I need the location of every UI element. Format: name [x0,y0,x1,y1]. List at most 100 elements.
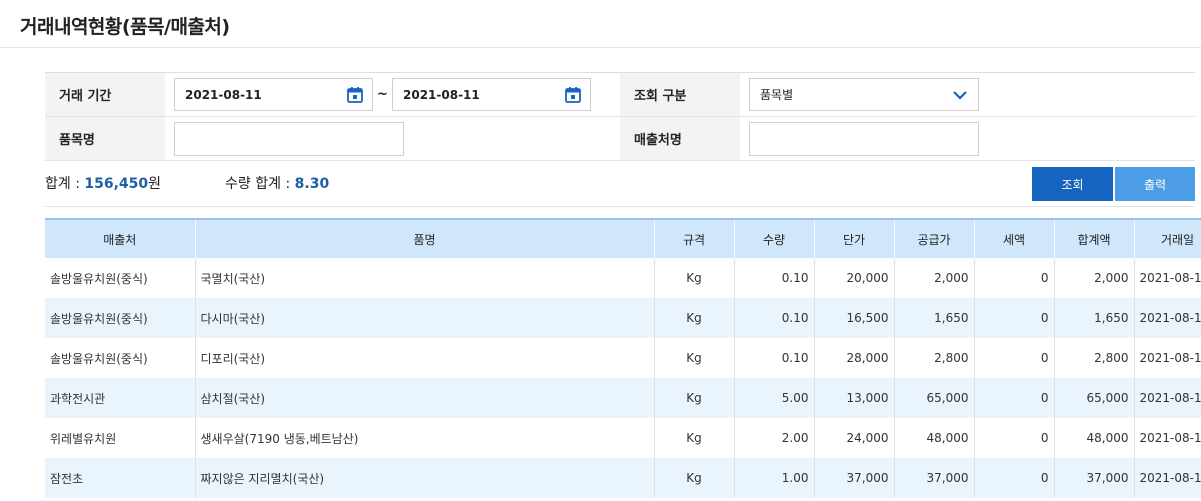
view-type-select[interactable]: 품목별 [749,78,979,111]
cell-item: 짜지않은 지리멸치(국산) [195,458,655,498]
cell-customer: 잠전초 [45,458,196,498]
filter-row-period: 거래 기간 2021-08-11 ~ 2021-08-11 조회 구분 품목별 [45,73,1195,117]
calendar-icon[interactable] [564,86,582,104]
table-row[interactable]: 솔방울유치원(중식) 국멸치(국산) Kg 0.10 20,000 2,000 0 2,000… [45,258,1201,298]
cell-unit-price: 24,000 [814,418,895,458]
col-header-tax[interactable]: 세액 [974,218,1055,258]
cell-item: 생새우살(7190 냉동,베트남산) [195,418,655,458]
col-header-date[interactable]: 거래일 [1134,218,1201,258]
col-header-unit-price[interactable]: 단가 [814,218,895,258]
quantity-total: 수량 합계 : 8.30 [225,173,329,193]
table-row[interactable]: 과학전시관 삼치절(국산) Kg 5.00 13,000 65,000 0 65,000 202… [45,378,1201,418]
period-label: 거래 기간 [45,73,165,116]
cell-date: 2021-08-11 [1134,378,1201,418]
cell-spec: Kg [654,298,735,338]
cell-total: 2,800 [1054,338,1135,378]
search-button[interactable]: 조회 [1032,167,1113,201]
total-value: 156,450 [84,176,149,192]
transactions-table: 매출처 품명 규격 수량 단가 공급가 세액 합계액 거래일 솔방울유치원(중식… [45,218,1201,498]
cell-tax: 0 [974,378,1055,418]
cell-item: 디포리(국산) [195,338,655,378]
view-type-value: 품목별 [760,88,794,102]
cell-supply-price: 2,800 [894,338,975,378]
cell-date: 2021-08-11 [1134,418,1201,458]
cell-item: 삼치절(국산) [195,378,655,418]
cell-total: 1,650 [1054,298,1135,338]
cell-date: 2021-08-11 [1134,338,1201,378]
cell-tax: 0 [974,458,1055,498]
total-unit: 원 [148,176,162,192]
cell-quantity: 0.10 [734,338,815,378]
cell-tax: 0 [974,298,1055,338]
cell-quantity: 5.00 [734,378,815,418]
col-header-item[interactable]: 품명 [195,218,655,258]
cell-spec: Kg [654,378,735,418]
cell-unit-price: 13,000 [814,378,895,418]
cell-tax: 0 [974,418,1055,458]
cell-customer: 위레별유치원 [45,418,196,458]
filter-row-item: 품목명 매출처명 [45,117,1195,161]
view-type-cell: 품목별 [740,73,1195,116]
date-range-separator: ~ [377,87,388,102]
cell-spec: Kg [654,418,735,458]
search-filter-panel: 거래 기간 2021-08-11 ~ 2021-08-11 조회 구분 품목별 … [45,72,1195,161]
date-from-value: 2021-08-11 [185,87,262,102]
col-header-total[interactable]: 합계액 [1054,218,1135,258]
view-type-label: 조회 구분 [620,73,740,116]
cell-total: 37,000 [1054,458,1135,498]
cell-spec: Kg [654,258,735,298]
print-button[interactable]: 출력 [1115,167,1195,201]
item-name-input[interactable] [174,121,404,156]
cell-item: 다시마(국산) [195,298,655,338]
cell-supply-price: 2,000 [894,258,975,298]
item-name-cell [165,117,620,160]
col-header-quantity[interactable]: 수량 [734,218,815,258]
period-range: 2021-08-11 ~ 2021-08-11 [165,73,620,116]
summary-bar: 합계 : 156,450원 수량 합계 : 8.30 [45,173,329,193]
cell-supply-price: 48,000 [894,418,975,458]
cell-spec: Kg [654,338,735,378]
cell-total: 2,000 [1054,258,1135,298]
cell-tax: 0 [974,338,1055,378]
cell-item: 국멸치(국산) [195,258,655,298]
cell-supply-price: 1,650 [894,298,975,338]
table-row[interactable]: 솔방울유치원(중식) 디포리(국산) Kg 0.10 28,000 2,800 0 2,800… [45,338,1201,378]
cell-total: 65,000 [1054,378,1135,418]
cell-spec: Kg [654,458,735,498]
date-to-value: 2021-08-11 [403,87,480,102]
col-header-supply-price[interactable]: 공급가 [894,218,975,258]
cell-date: 2021-08-11 [1134,258,1201,298]
cell-tax: 0 [974,258,1055,298]
cell-quantity: 0.10 [734,298,815,338]
table-row[interactable]: 잠전초 짜지않은 지리멸치(국산) Kg 1.00 37,000 37,000 0 37,00… [45,458,1201,498]
cell-total: 48,000 [1054,418,1135,458]
cell-unit-price: 20,000 [814,258,895,298]
date-to-input[interactable]: 2021-08-11 [392,78,591,111]
cell-unit-price: 16,500 [814,298,895,338]
cell-customer: 솔방울유치원(중식) [45,338,196,378]
qty-label: 수량 합계 : [225,176,295,192]
cell-customer: 솔방울유치원(중식) [45,258,196,298]
cell-quantity: 0.10 [734,258,815,298]
cell-quantity: 2.00 [734,418,815,458]
col-header-customer[interactable]: 매출처 [45,218,196,258]
customer-name-input[interactable] [749,121,979,156]
cell-date: 2021-08-11 [1134,458,1201,498]
cell-unit-price: 28,000 [814,338,895,378]
cell-supply-price: 37,000 [894,458,975,498]
customer-name-label: 매출처명 [620,117,740,160]
table-row[interactable]: 솔방울유치원(중식) 다시마(국산) Kg 0.10 16,500 1,650 0 1,650… [45,298,1201,338]
cell-supply-price: 65,000 [894,378,975,418]
cell-quantity: 1.00 [734,458,815,498]
title-divider [0,47,1201,48]
total-label: 합계 : [45,176,85,192]
results-divider [45,206,1195,207]
cell-customer: 솔방울유치원(중식) [45,298,196,338]
calendar-icon[interactable] [346,86,364,104]
col-header-spec[interactable]: 규격 [654,218,735,258]
table-header-row: 매출처 품명 규격 수량 단가 공급가 세액 합계액 거래일 [45,218,1201,258]
cell-date: 2021-08-11 [1134,298,1201,338]
table-row[interactable]: 위레별유치원 생새우살(7190 냉동,베트남산) Kg 2.00 24,000 48,0… [45,418,1201,458]
cell-unit-price: 37,000 [814,458,895,498]
date-from-input[interactable]: 2021-08-11 [174,78,373,111]
